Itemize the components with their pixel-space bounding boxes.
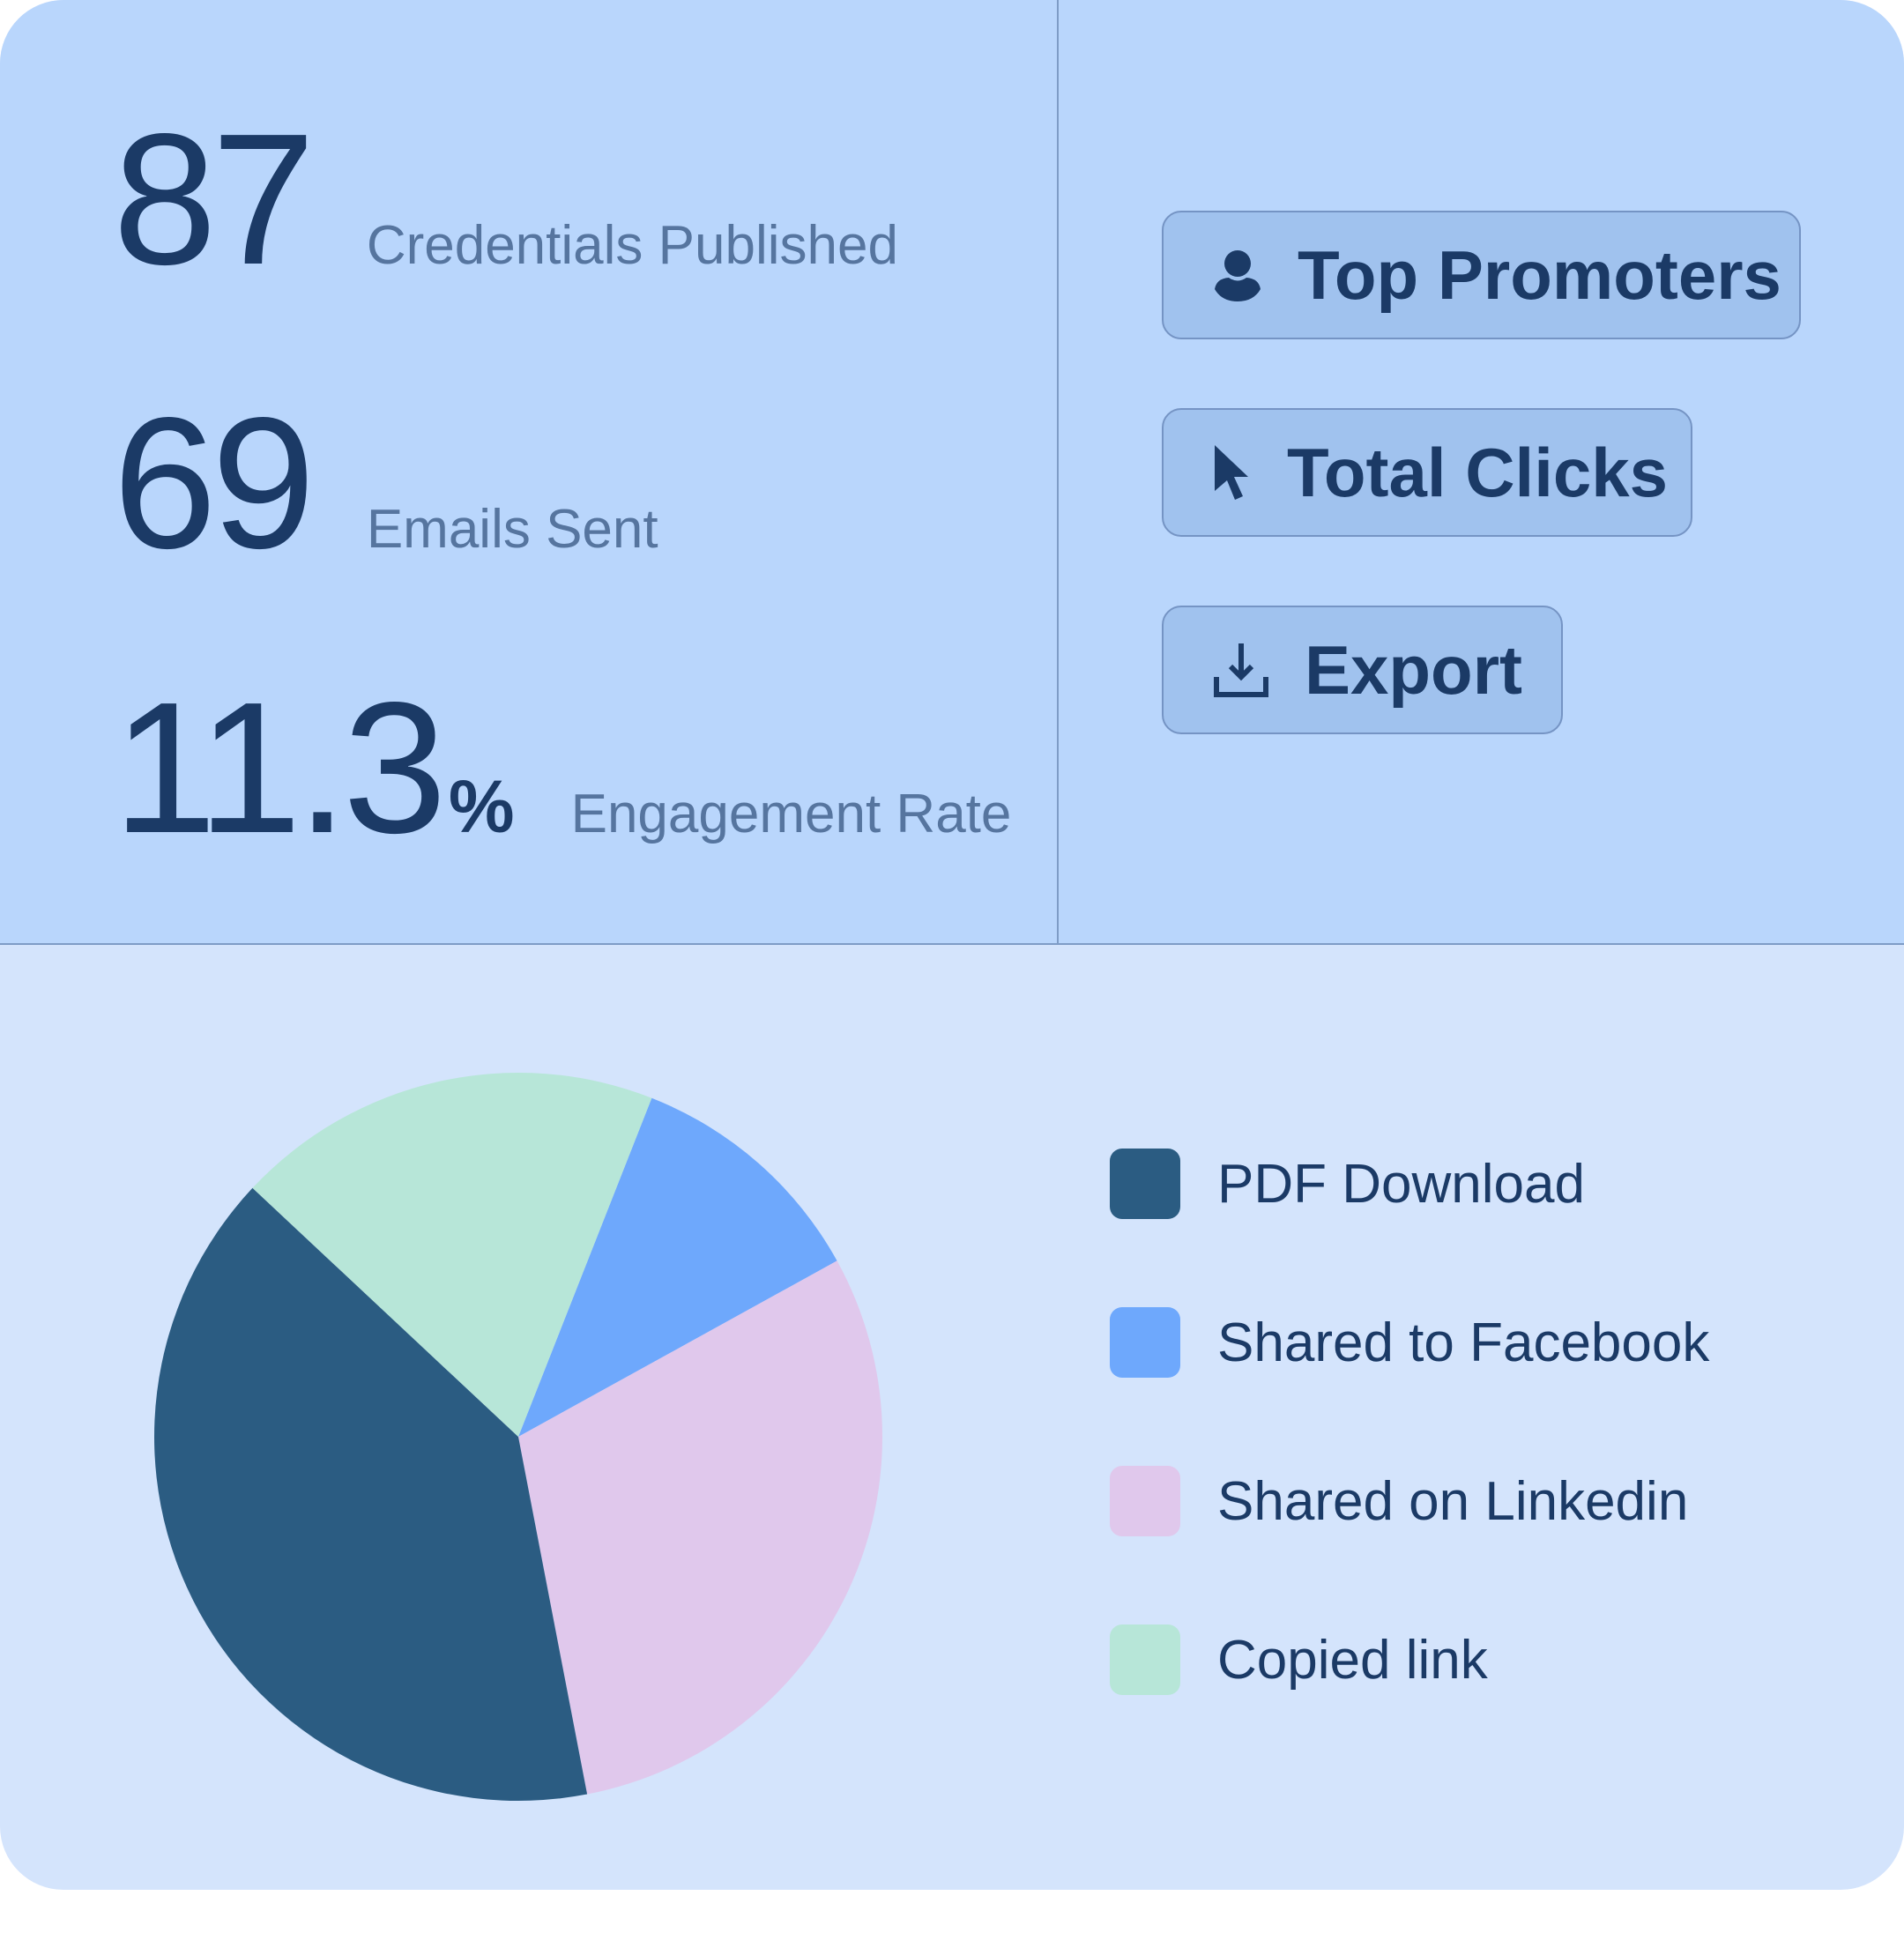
total-clicks-button[interactable]: Total Clicks <box>1162 408 1692 537</box>
legend-label: PDF Download <box>1217 1153 1585 1215</box>
button-label: Top Promoters <box>1298 235 1781 314</box>
cursor-icon <box>1215 445 1248 500</box>
stat-value: 11.3 <box>113 663 447 872</box>
stat-engagement-rate: 11.3 % Engagement Rate <box>113 674 1011 861</box>
vertical-divider <box>1057 0 1059 945</box>
download-icon <box>1214 643 1268 697</box>
stat-label: Engagement Rate <box>570 784 1012 844</box>
stat-label: Credentials Published <box>366 215 898 276</box>
analytics-card: 87 Credentials Published 69 Emails Sent … <box>0 0 1904 1890</box>
legend-label: Shared to Facebook <box>1217 1312 1710 1373</box>
button-label: Export <box>1305 630 1523 709</box>
stat-value: 69 <box>113 378 316 587</box>
legend-swatch <box>1110 1307 1180 1378</box>
legend-item-pdf-download: PDF Download <box>1110 1149 1585 1219</box>
stat-value: 87 <box>113 94 316 303</box>
legend-swatch <box>1110 1149 1180 1219</box>
stat-label: Emails Sent <box>366 499 658 560</box>
legend-swatch <box>1110 1466 1180 1536</box>
stat-unit: % <box>448 765 515 848</box>
stat-emails-sent: 69 Emails Sent <box>113 390 658 576</box>
legend-label: Copied link <box>1217 1629 1488 1691</box>
legend-item-copied-link: Copied link <box>1110 1624 1488 1695</box>
legend-label: Shared on Linkedin <box>1217 1470 1689 1532</box>
legend-item-shared-on-linkedin: Shared on Linkedin <box>1110 1466 1688 1536</box>
top-promoters-button[interactable]: Top Promoters <box>1162 211 1801 339</box>
button-label: Total Clicks <box>1287 433 1669 511</box>
user-icon <box>1215 250 1261 301</box>
pie-chart <box>153 1073 883 1801</box>
export-button[interactable]: Export <box>1162 606 1563 734</box>
stat-credentials-published: 87 Credentials Published <box>113 106 898 293</box>
legend-swatch <box>1110 1624 1180 1695</box>
legend-item-shared-to-facebook: Shared to Facebook <box>1110 1307 1709 1378</box>
